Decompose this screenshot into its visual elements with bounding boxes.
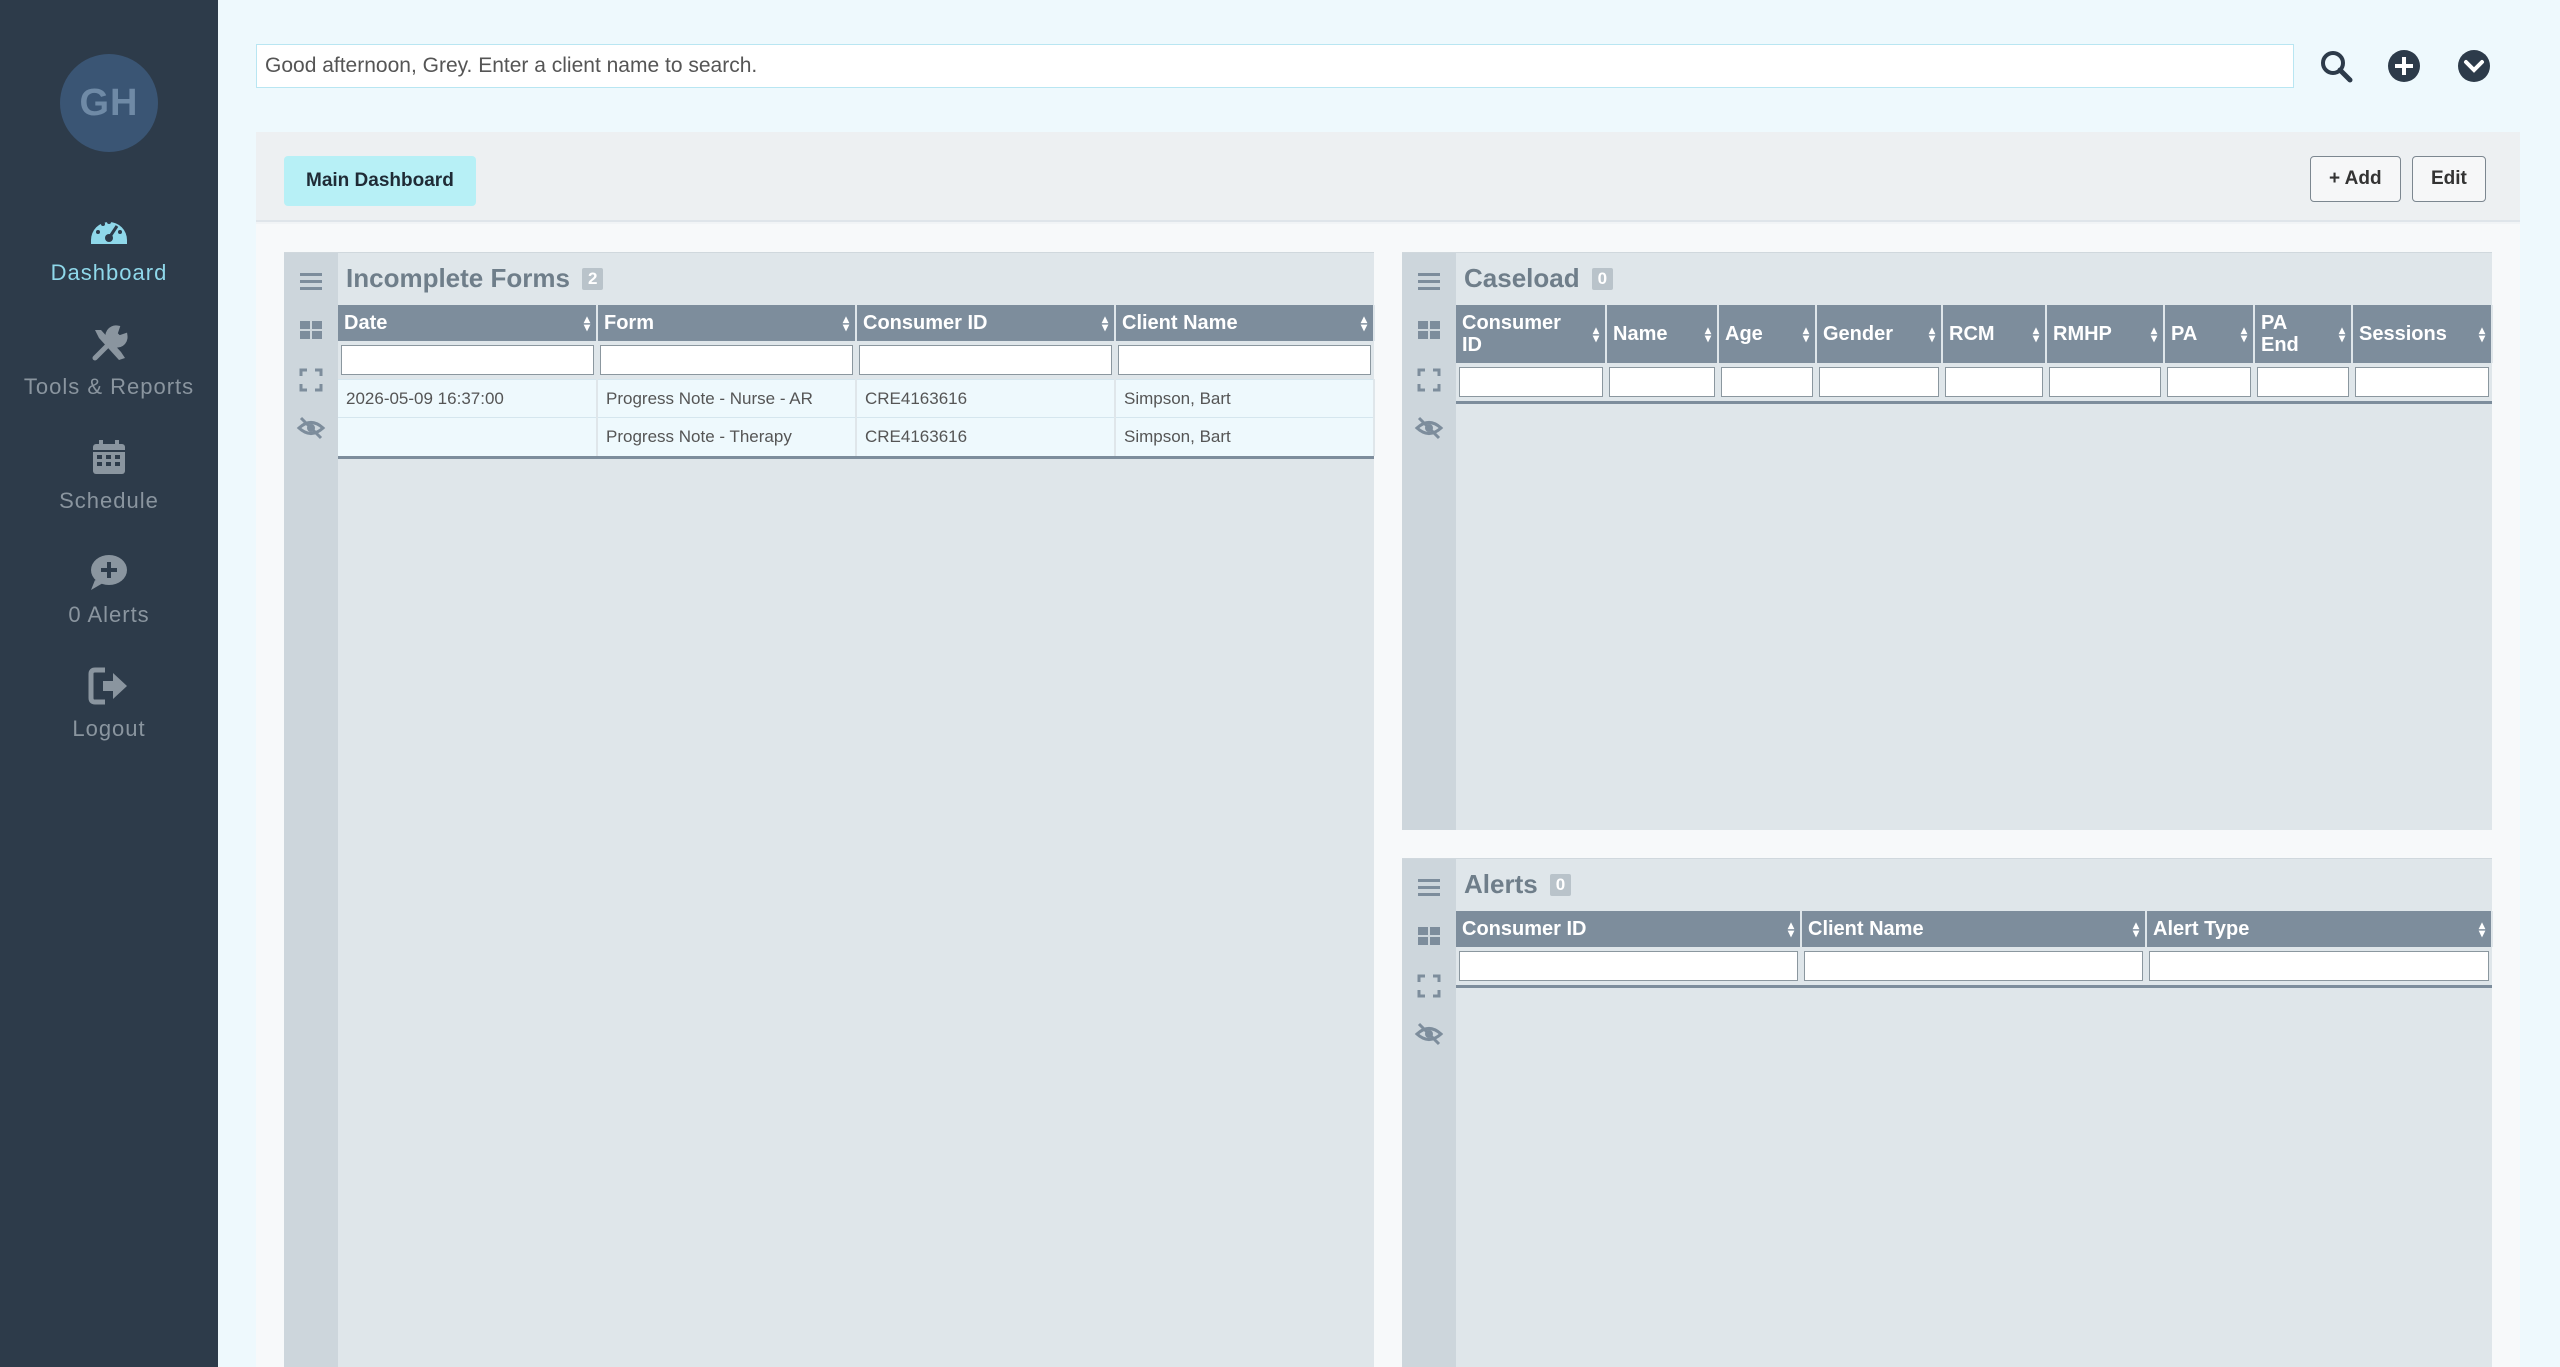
count-badge: 2 (581, 267, 604, 290)
widget-alerts: Alerts 0 Consumer ID ▴ ▾ Client Name ▴ ▾ Ale… (1402, 858, 2493, 1367)
column-header[interactable]: Name ▴ ▾ (1606, 305, 1719, 363)
menu-icon[interactable] (1414, 873, 1444, 903)
column-header[interactable]: Form ▴ ▾ (597, 305, 857, 341)
alerts-title: Alerts (1464, 869, 1538, 899)
nav-label-schedule: Schedule (59, 488, 159, 513)
column-header[interactable]: Age ▴ ▾ (1718, 305, 1817, 363)
filter-input[interactable] (2149, 951, 2489, 981)
expand-icon[interactable] (1414, 365, 1444, 395)
nav-label-logout: Logout (72, 716, 146, 741)
caseload-title: Caseload (1464, 263, 1580, 293)
gauge-icon (87, 208, 131, 252)
nav-label-tools-reports: Tools & Reports (23, 374, 195, 399)
incomplete-forms-table: Date ▴ ▾ Form ▴ ▾ Consumer ID ▴ ▾ Client Name ▴… (338, 305, 1375, 459)
filter-input[interactable] (1459, 367, 1603, 397)
filter-input[interactable] (2167, 367, 2251, 397)
avatar[interactable]: GH (60, 54, 158, 152)
dashboard-header: Main Dashboard + Add Edit (256, 132, 2520, 222)
column-header[interactable]: RCM ▴ ▾ (1942, 305, 2047, 363)
widget-title: Alerts 0 (1464, 869, 1572, 900)
dashboard-content: Incomplete Forms 2 Date ▴ ▾ Form ▴ ▾ Consume… (256, 224, 2520, 1367)
hide-icon[interactable] (296, 413, 326, 443)
filter-input[interactable] (1804, 951, 2143, 981)
column-header[interactable]: RMHP ▴ ▾ (2046, 305, 2165, 363)
nav-item-logout[interactable]: Logout (0, 664, 218, 742)
table-cell: Progress Note - Therapy (597, 417, 857, 456)
filter-input[interactable] (2257, 367, 2349, 397)
client-search-input[interactable] (256, 44, 2294, 88)
column-header[interactable]: Client Name ▴ ▾ (1115, 305, 1375, 341)
filter-input[interactable] (2355, 367, 2489, 397)
widget-title: Caseload 0 (1464, 263, 1614, 294)
column-header[interactable]: Date ▴ ▾ (338, 305, 598, 341)
column-header[interactable]: Consumer ID ▴ ▾ (1456, 305, 1607, 363)
widget-incomplete-forms: Incomplete Forms 2 Date ▴ ▾ Form ▴ ▾ Consume… (284, 252, 1375, 1367)
tools-icon (87, 322, 131, 366)
filter-input[interactable] (1459, 951, 1798, 981)
widget-title: Incomplete Forms 2 (346, 263, 604, 294)
nav-item-schedule[interactable]: Schedule (0, 436, 218, 514)
table-cell: 2026-05-09 16:37:00 (338, 379, 598, 418)
calendar-icon (87, 436, 131, 480)
column-header[interactable]: PA ▴ ▾ (2164, 305, 2255, 363)
nav-label-dashboard: Dashboard (50, 260, 168, 285)
filter-input[interactable] (341, 345, 594, 375)
filter-input[interactable] (1819, 367, 1939, 397)
logout-icon (87, 664, 131, 708)
grid-layout-icon[interactable] (1414, 315, 1444, 345)
caseload-table: Consumer ID ▴ ▾ Name ▴ ▾ Age ▴ ▾ Gender ▴ ▾ RCM ▴… (1456, 305, 2493, 404)
search-icon[interactable] (2318, 48, 2354, 84)
column-header[interactable]: Consumer ID ▴ ▾ (856, 305, 1116, 341)
table-cell: CRE4163616 (856, 417, 1116, 456)
add-widget-button[interactable]: + Add (2310, 156, 2401, 202)
incomplete-forms-title: Incomplete Forms (346, 263, 570, 293)
column-header[interactable]: Alert Type ▴ ▾ (2146, 911, 2493, 947)
add-circle-icon[interactable] (2386, 48, 2422, 84)
filter-input[interactable] (2049, 367, 2161, 397)
nav-item-tools-reports[interactable]: Tools & Reports (0, 322, 218, 400)
widget-toolbar (1402, 253, 1456, 830)
column-header[interactable]: PA End ▴ ▾ (2254, 305, 2353, 363)
column-header[interactable]: Sessions ▴ ▾ (2352, 305, 2493, 363)
table-cell (338, 417, 598, 456)
filter-input[interactable] (1945, 367, 2043, 397)
alert-chat-icon (87, 550, 131, 594)
table-cell: Progress Note - Nurse - AR (597, 379, 857, 418)
table-cell: Simpson, Bart (1115, 417, 1375, 456)
filter-input[interactable] (1721, 367, 1813, 397)
expand-icon[interactable] (296, 365, 326, 395)
filter-input[interactable] (1609, 367, 1715, 397)
hide-icon[interactable] (1414, 1019, 1444, 1049)
table-cell: CRE4163616 (856, 379, 1116, 418)
edit-dashboard-button[interactable]: Edit (2412, 156, 2486, 202)
grid-layout-icon[interactable] (296, 315, 326, 345)
dashboard-panel: Main Dashboard + Add Edit Incomplete For… (256, 132, 2520, 1367)
menu-icon[interactable] (296, 267, 326, 297)
filter-input[interactable] (859, 345, 1112, 375)
nav-item-dashboard[interactable]: Dashboard (0, 208, 218, 286)
tab-main-dashboard[interactable]: Main Dashboard (284, 156, 476, 206)
menu-icon[interactable] (1414, 267, 1444, 297)
hide-icon[interactable] (1414, 413, 1444, 443)
filter-input[interactable] (600, 345, 853, 375)
table-row[interactable]: 2026-05-09 16:37:00 Progress Note - Nurs… (338, 379, 1375, 418)
sidebar: GH Dashboard Tools & Reports Schedule 0 … (0, 0, 218, 1367)
nav-label-alerts: 0 Alerts (68, 602, 150, 627)
widget-caseload: Caseload 0 Consumer ID ▴ ▾ Name ▴ ▾ Age ▴ ▾ Ge… (1402, 252, 2493, 830)
filter-input[interactable] (1118, 345, 1371, 375)
widget-toolbar (1402, 859, 1456, 1367)
alerts-table: Consumer ID ▴ ▾ Client Name ▴ ▾ Alert Type ▴ ▾ (1456, 911, 2493, 988)
column-header[interactable]: Client Name ▴ ▾ (1801, 911, 2147, 947)
count-badge: 0 (1591, 267, 1614, 290)
count-badge: 0 (1549, 873, 1572, 896)
grid-layout-icon[interactable] (1414, 921, 1444, 951)
column-header[interactable]: Consumer ID ▴ ▾ (1456, 911, 1802, 947)
nav-item-alerts[interactable]: 0 Alerts (0, 550, 218, 628)
chevron-down-circle-icon[interactable] (2456, 48, 2492, 84)
table-cell: Simpson, Bart (1115, 379, 1375, 418)
widget-toolbar (284, 253, 338, 1367)
expand-icon[interactable] (1414, 971, 1444, 1001)
column-header[interactable]: Gender ▴ ▾ (1816, 305, 1943, 363)
table-row[interactable]: Progress Note - Therapy CRE4163616 Simps… (338, 417, 1375, 456)
